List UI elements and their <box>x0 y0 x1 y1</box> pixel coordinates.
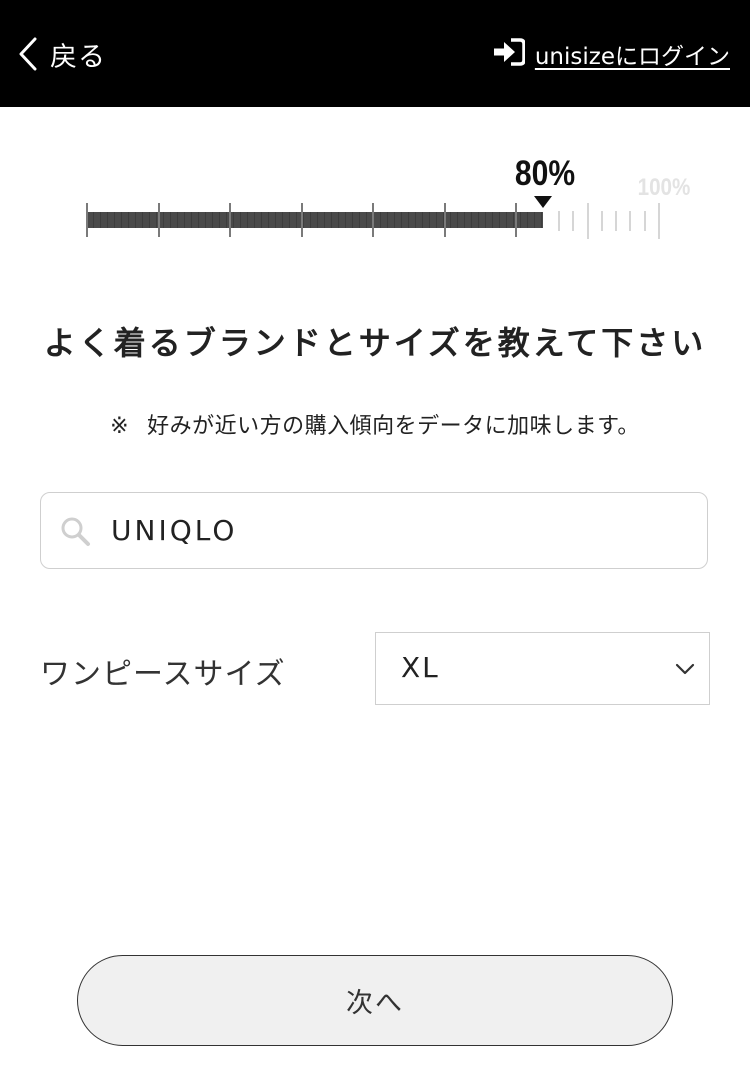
progress-fill <box>87 212 543 228</box>
dress-size-label: ワンピースサイズ <box>40 657 286 692</box>
progress-max-label: 100% <box>637 174 691 201</box>
progress-tick <box>444 203 446 237</box>
progress-tick <box>158 203 160 237</box>
progress-tick <box>615 211 617 231</box>
dress-size-value: XL <box>401 651 440 684</box>
progress-tick <box>644 211 646 231</box>
progress-tick <box>515 203 517 237</box>
dress-size-select[interactable]: XL <box>375 632 710 705</box>
progress-tick <box>86 203 88 237</box>
sign-in-icon <box>493 38 526 70</box>
next-button[interactable]: 次へ <box>77 955 673 1046</box>
progress-tick <box>558 211 560 231</box>
chevron-down-icon <box>675 661 695 680</box>
login-label: unisizeにログイン <box>534 44 730 70</box>
next-button-label: 次へ <box>346 988 404 1019</box>
note-body: 好みが近い方の購入傾向をデータに加味します。 <box>147 414 640 439</box>
note-mark: ※ <box>110 414 130 439</box>
back-label: 戻る <box>50 41 106 73</box>
login-link[interactable]: unisizeにログイン <box>493 37 730 71</box>
progress-tick <box>629 211 631 231</box>
progress-tick <box>572 211 574 231</box>
search-icon <box>59 515 91 551</box>
page-title: よく着るブランドとサイズを教えて下さい <box>43 324 707 362</box>
progress-tick <box>372 203 374 237</box>
brand-search-field[interactable] <box>40 492 708 569</box>
progress-tick <box>658 203 660 239</box>
header-bar: 戻る unisizeにログイン <box>0 0 750 107</box>
progress-tick <box>587 203 589 239</box>
progress-indicator: 80% 100% <box>0 107 750 257</box>
chevron-left-icon <box>18 37 38 71</box>
progress-tick <box>229 203 231 237</box>
progress-tick <box>601 211 603 231</box>
back-button[interactable]: 戻る <box>18 36 106 73</box>
progress-track <box>86 201 660 241</box>
progress-tick <box>301 203 303 237</box>
progress-current-label: 80% <box>514 154 576 193</box>
note-text: ※ 好みが近い方の購入傾向をデータに加味します。 <box>0 408 750 440</box>
brand-search-input[interactable] <box>111 495 691 566</box>
